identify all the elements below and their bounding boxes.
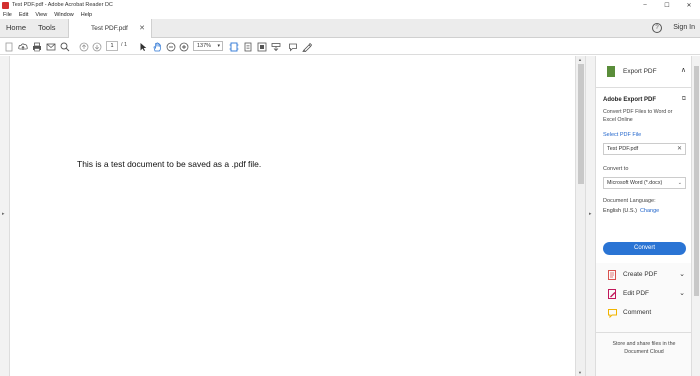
chevron-down-icon: ⌄	[677, 180, 682, 186]
vertical-scrollbar[interactable]: ▲ ▼	[575, 56, 585, 376]
minimize-button[interactable]: –	[634, 0, 656, 10]
zoom-level-dropdown[interactable]: 137% ▾	[193, 41, 223, 51]
scroll-icon[interactable]	[242, 41, 253, 52]
sign-in-button[interactable]: Sign In	[673, 24, 695, 31]
zoom-out-icon[interactable]	[165, 41, 176, 52]
menu-file[interactable]: File	[3, 12, 12, 18]
select-pdf-file-link[interactable]: Select PDF File	[603, 132, 641, 138]
tool-label: Create PDF	[623, 271, 658, 278]
fullscreen-icon[interactable]	[256, 41, 267, 52]
right-tools-pane: Export PDF ∧ Adobe Export PDF ⧉ Convert …	[595, 56, 692, 376]
zoom-in-icon[interactable]	[178, 41, 189, 52]
window-controls: – ☐ ✕	[634, 0, 700, 10]
export-pdf-icon	[607, 66, 615, 77]
tool-label: Edit PDF	[623, 290, 650, 297]
document-language-value: English (U.S.)	[603, 208, 637, 214]
chevron-down-icon: ⌄	[679, 271, 685, 278]
zoom-level-value: 137%	[197, 43, 212, 49]
document-language-label: Document Language:	[603, 198, 656, 204]
menu-edit[interactable]: Edit	[19, 12, 28, 18]
left-pane-toggle[interactable]: ▸	[0, 56, 10, 376]
tool-label: Comment	[623, 309, 652, 316]
search-icon[interactable]	[59, 41, 70, 52]
close-tab-icon[interactable]: ✕	[139, 24, 145, 32]
clear-file-icon[interactable]: ✕	[677, 144, 682, 154]
comment-icon[interactable]	[287, 41, 298, 52]
document-language: English (U.S.) Change	[603, 208, 659, 214]
format-dropdown[interactable]: Microsoft Word (*.docx) ⌄	[603, 177, 686, 189]
create-icon[interactable]	[3, 41, 14, 52]
selected-file-name: Test PDF.pdf	[607, 146, 639, 152]
menu-bar: File Edit View Window Help	[0, 10, 700, 19]
document-tab-label: Test PDF.pdf	[91, 25, 128, 32]
document-tab[interactable]: Test PDF.pdf ✕	[68, 19, 152, 38]
selected-file-field[interactable]: Test PDF.pdf ✕	[603, 143, 686, 155]
document-text: This is a test document to be saved as a…	[77, 159, 262, 169]
export-description: Convert PDF Files to Word or Excel Onlin…	[603, 109, 673, 123]
chevron-right-icon: ▸	[2, 211, 5, 217]
tab-bar: Home Tools Test PDF.pdf ✕ ? Sign In	[0, 19, 700, 38]
title-bar: Test PDF.pdf - Adobe Acrobat Reader DC –…	[0, 0, 700, 10]
highlight-icon[interactable]	[301, 41, 312, 52]
chevron-down-icon: ⌄	[679, 290, 685, 297]
menu-window[interactable]: Window	[54, 12, 74, 18]
change-language-link[interactable]: Change	[640, 208, 659, 214]
chevron-up-icon[interactable]: ∧	[681, 66, 686, 74]
copy-icon[interactable]: ⧉	[682, 96, 686, 103]
chevron-down-icon: ▾	[217, 43, 220, 49]
help-icon[interactable]: ?	[652, 23, 662, 33]
menu-help[interactable]: Help	[81, 12, 92, 18]
page-up-icon[interactable]	[78, 41, 89, 52]
page-total: / 1	[121, 42, 128, 48]
convert-button[interactable]: Convert	[603, 242, 686, 255]
pdf-page: This is a test document to be saved as a…	[10, 56, 575, 376]
tool-create-pdf[interactable]: Create PDF ⌄	[596, 266, 692, 284]
tool-edit-pdf[interactable]: Edit PDF ⌄	[596, 285, 692, 303]
scrollbar-thumb[interactable]	[694, 66, 699, 296]
format-value: Microsoft Word (*.docx)	[607, 180, 663, 186]
acrobat-logo-icon	[2, 1, 9, 9]
print-icon[interactable]	[31, 41, 42, 52]
fit-page-icon[interactable]	[228, 41, 239, 52]
right-pane-scrollbar[interactable]	[691, 56, 700, 376]
scroll-down-icon[interactable]: ▼	[578, 370, 582, 375]
toolbar: 1 / 1 137% ▾	[0, 38, 700, 55]
export-pdf-header[interactable]: Export PDF ∧	[596, 56, 692, 88]
document-cloud-footer: Store and share files in the Document Cl…	[596, 332, 692, 376]
right-pane-toggle[interactable]: ▸	[585, 56, 595, 376]
export-pdf-title: Export PDF	[623, 68, 657, 75]
close-button[interactable]: ✕	[678, 0, 700, 10]
convert-to-label: Convert to	[603, 166, 629, 172]
document-view[interactable]: ▸ This is a test document to be saved as…	[0, 56, 585, 376]
page-down-icon[interactable]	[91, 41, 102, 52]
comment-icon	[608, 309, 617, 318]
page-number-input[interactable]: 1	[106, 41, 118, 51]
export-panel-title: Adobe Export PDF	[603, 97, 657, 103]
tab-tools[interactable]: Tools	[38, 23, 56, 32]
scroll-up-icon[interactable]: ▲	[578, 57, 582, 62]
tab-home[interactable]: Home	[6, 23, 26, 32]
maximize-button[interactable]: ☐	[656, 0, 678, 10]
document-cloud-text: Store and share files in the Document Cl…	[612, 341, 676, 355]
hand-icon[interactable]	[151, 41, 162, 52]
create-pdf-icon	[608, 270, 616, 280]
export-pdf-panel: Adobe Export PDF ⧉ Convert PDF Files to …	[596, 88, 692, 263]
chevron-right-icon: ▸	[589, 211, 592, 217]
scrollbar-thumb[interactable]	[578, 64, 584, 184]
edit-pdf-icon	[608, 289, 616, 299]
cloud-upload-icon[interactable]	[17, 41, 28, 52]
read-aloud-icon[interactable]	[270, 41, 281, 52]
tool-comment[interactable]: Comment	[596, 304, 692, 322]
menu-view[interactable]: View	[35, 12, 47, 18]
email-icon[interactable]	[45, 41, 56, 52]
window-title: Test PDF.pdf - Adobe Acrobat Reader DC	[12, 2, 113, 8]
select-cursor-icon[interactable]	[137, 41, 148, 52]
